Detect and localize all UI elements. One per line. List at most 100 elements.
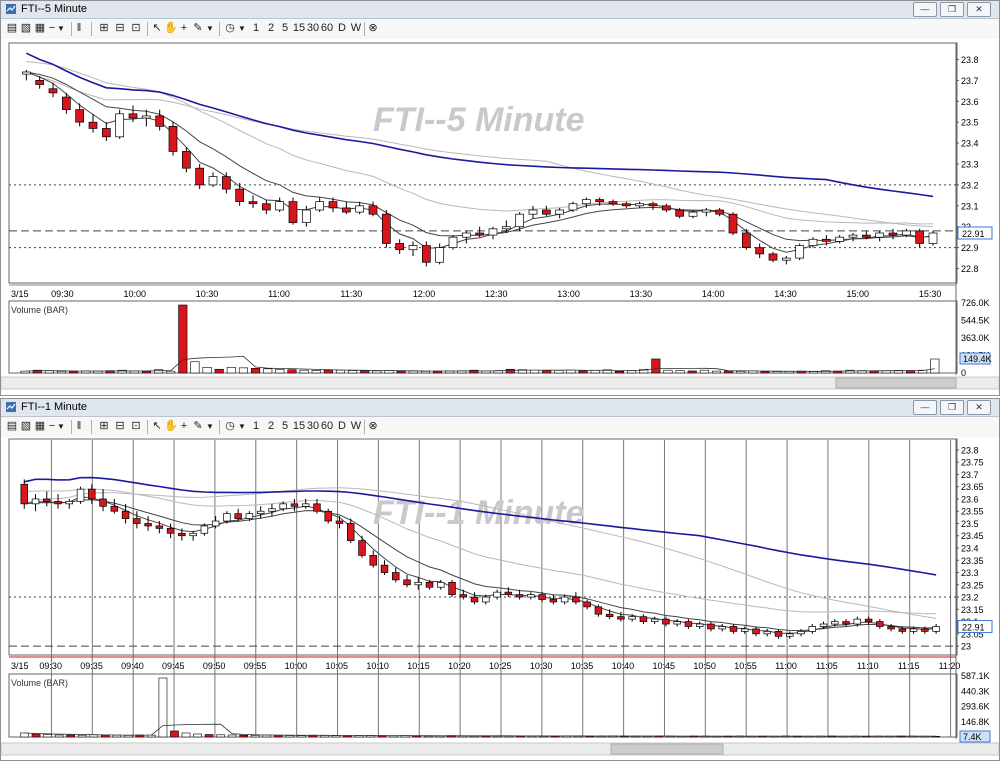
restore-icon[interactable]: ❐ bbox=[940, 400, 964, 415]
restore-icon[interactable]: ❐ bbox=[940, 2, 964, 17]
timeframe-w[interactable]: W bbox=[349, 20, 363, 37]
scrollbar-thumb[interactable] bbox=[610, 743, 724, 755]
timeframe-w[interactable]: W bbox=[349, 418, 363, 435]
zoom-out-icon[interactable]: ⊟ bbox=[113, 418, 127, 435]
chart-menu-icon[interactable]: ▤ bbox=[5, 418, 19, 435]
pause-icon[interactable]: ‖ bbox=[73, 20, 85, 37]
timeframe-2[interactable]: 2 bbox=[266, 20, 276, 37]
zoom-in-icon[interactable]: ⊞ bbox=[97, 20, 111, 37]
timeframe-d[interactable]: D bbox=[336, 418, 348, 435]
timeframe-1[interactable]: 1 bbox=[251, 418, 261, 435]
price-axis-label: 23.55 bbox=[961, 507, 984, 517]
candle-body bbox=[932, 626, 940, 632]
minimize-icon[interactable]: — bbox=[913, 2, 937, 17]
dropdown-icon[interactable]: ▼ bbox=[205, 418, 215, 435]
timeframe-30[interactable]: 30 bbox=[306, 20, 320, 37]
time-axis-label: 12:30 bbox=[485, 289, 508, 299]
hand-icon[interactable]: ✋ bbox=[164, 20, 178, 37]
candle-body bbox=[234, 513, 242, 519]
candle-body bbox=[821, 238, 831, 242]
time-axis-label: 09:30 bbox=[39, 661, 62, 671]
timeframe-2[interactable]: 2 bbox=[266, 418, 276, 435]
bar-style-icon[interactable]: ▦ bbox=[33, 418, 47, 435]
price-axis-label: 22.8 bbox=[961, 264, 979, 274]
time-axis-label: 11:10 bbox=[857, 661, 879, 671]
close-icon[interactable]: ✕ bbox=[967, 2, 991, 17]
current-price-value: 22.91 bbox=[962, 622, 985, 632]
candle-body bbox=[31, 498, 40, 505]
dropdown-icon[interactable]: ▼ bbox=[237, 418, 247, 435]
minimize-icon[interactable]: — bbox=[913, 400, 937, 415]
volume-bar bbox=[614, 371, 624, 374]
dropdown-icon[interactable]: ▼ bbox=[56, 20, 66, 37]
clock-icon[interactable]: ◷ bbox=[223, 418, 237, 435]
time-axis-label: 10:10 bbox=[366, 661, 389, 671]
clock-icon[interactable]: ◷ bbox=[223, 20, 237, 37]
timeframe-15[interactable]: 15 bbox=[292, 418, 306, 435]
dropdown-icon[interactable]: ▼ bbox=[205, 20, 215, 37]
candle bbox=[168, 122, 178, 156]
scrollbar-thumb[interactable] bbox=[835, 377, 957, 389]
close-circle-icon[interactable]: ⊗ bbox=[367, 418, 379, 435]
pointer-icon[interactable]: ↖ bbox=[151, 418, 163, 435]
candle-body bbox=[178, 532, 186, 537]
zoom-in-icon[interactable]: ⊞ bbox=[97, 418, 111, 435]
pencil-icon[interactable]: ✎ bbox=[192, 20, 204, 37]
pointer-icon[interactable]: ↖ bbox=[151, 20, 163, 37]
candle bbox=[324, 508, 332, 524]
pencil-icon[interactable]: ✎ bbox=[192, 418, 204, 435]
candle-style-icon[interactable]: ▧ bbox=[19, 20, 33, 37]
timeframe-30[interactable]: 30 bbox=[306, 418, 320, 435]
time-axis-label: 10:20 bbox=[448, 661, 471, 671]
dropdown-icon[interactable]: ▼ bbox=[56, 418, 66, 435]
candle-body bbox=[155, 525, 164, 529]
current-price-value: 22.91 bbox=[962, 229, 985, 239]
price-chart-5min[interactable]: FTI--5 Minute 23.8 23.7 23.6 23.5 23.4 23.3 23.… bbox=[1, 39, 999, 395]
volume-bar bbox=[250, 735, 260, 738]
bar-style-icon[interactable]: ▦ bbox=[33, 20, 47, 37]
timeframe-5[interactable]: 5 bbox=[280, 418, 290, 435]
timeframe-15[interactable]: 15 bbox=[292, 20, 306, 37]
candle-body bbox=[695, 623, 704, 627]
candle bbox=[928, 230, 938, 246]
watermark-title: FTI--5 Minute bbox=[373, 101, 585, 139]
zoom-out-icon[interactable]: ⊟ bbox=[113, 20, 127, 37]
candle-body bbox=[35, 80, 45, 85]
volume-bar bbox=[204, 734, 214, 738]
candle-style-icon[interactable]: ▧ bbox=[19, 418, 33, 435]
zoom-reset-icon[interactable]: ⊡ bbox=[129, 20, 143, 37]
timeframe-5[interactable]: 5 bbox=[280, 20, 290, 37]
volume-bar bbox=[214, 368, 224, 374]
crosshair-icon[interactable]: + bbox=[178, 20, 190, 37]
pause-icon[interactable]: ‖ bbox=[73, 418, 85, 435]
current-price-tag: 22.91 bbox=[957, 226, 993, 240]
close-circle-icon[interactable]: ⊗ bbox=[367, 20, 379, 37]
timeframe-60[interactable]: 60 bbox=[320, 20, 334, 37]
time-axis-label: 09:40 bbox=[121, 661, 144, 671]
price-chart-1min[interactable]: FTI--1 Minute23.823.7523.723.6523.623.55… bbox=[1, 437, 999, 760]
hand-icon[interactable]: ✋ bbox=[164, 418, 178, 435]
candle-body bbox=[268, 508, 276, 512]
price-axis-label: 23.6 bbox=[961, 97, 979, 107]
timeframe-d[interactable]: D bbox=[336, 20, 348, 37]
dropdown-icon[interactable]: ▼ bbox=[237, 20, 247, 37]
crosshair-icon[interactable]: + bbox=[178, 418, 190, 435]
candle-body bbox=[54, 501, 62, 505]
close-icon[interactable]: ✕ bbox=[967, 400, 991, 415]
candle-body bbox=[831, 621, 839, 625]
candle-body bbox=[279, 503, 287, 510]
zoom-reset-icon[interactable]: ⊡ bbox=[129, 418, 143, 435]
timeframe-60[interactable]: 60 bbox=[320, 418, 334, 435]
volume-bar bbox=[124, 735, 133, 738]
candle-body bbox=[355, 205, 365, 213]
volume-bar bbox=[663, 369, 673, 374]
volume-bar bbox=[251, 368, 261, 374]
time-axis-label: 13:00 bbox=[557, 289, 580, 299]
candle-body bbox=[301, 209, 311, 223]
price-axis-label: 23.1 bbox=[961, 201, 979, 211]
candle-body bbox=[774, 631, 783, 637]
chart-menu-icon[interactable]: ▤ bbox=[5, 20, 19, 37]
time-axis-label: 11:20 bbox=[939, 661, 961, 671]
timeframe-1[interactable]: 1 bbox=[251, 20, 261, 37]
time-axis-label: 10:55 bbox=[734, 661, 757, 671]
